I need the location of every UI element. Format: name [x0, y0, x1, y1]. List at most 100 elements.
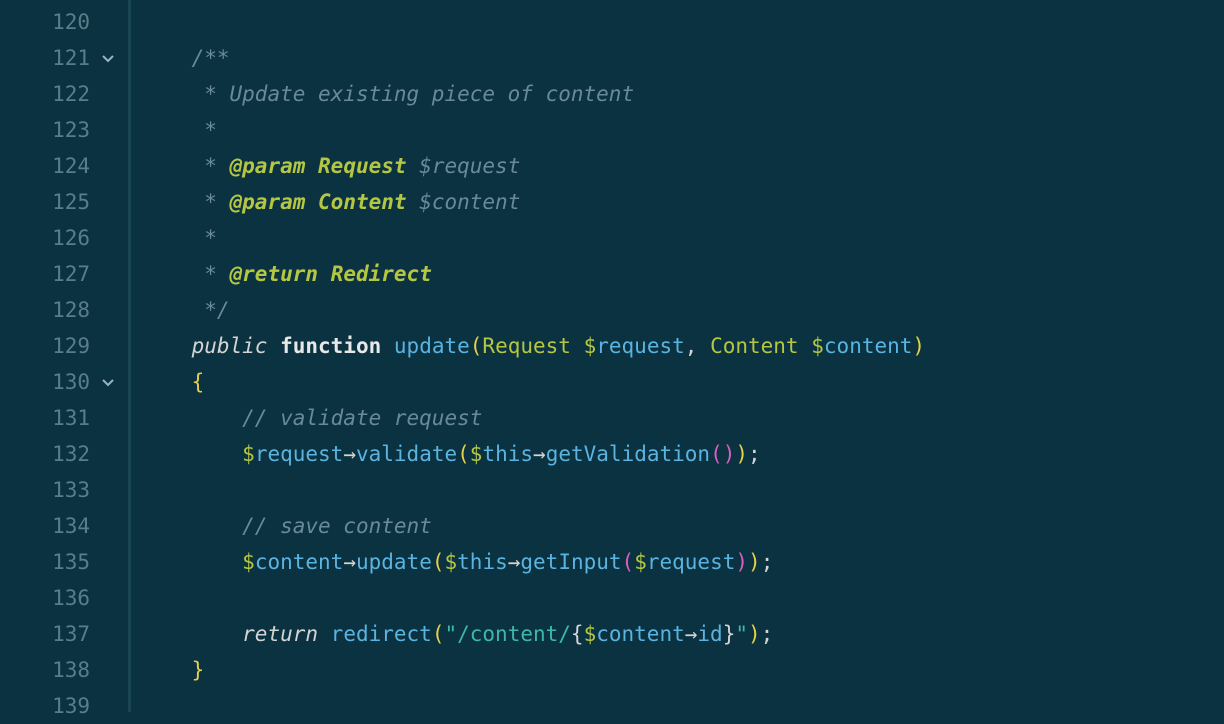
- paren-close: ): [748, 544, 761, 580]
- this-keyword: this: [482, 436, 533, 472]
- line-number: 137: [30, 616, 90, 652]
- code-line[interactable]: * Update existing piece of content: [141, 76, 1224, 112]
- paren-open: (: [432, 616, 445, 652]
- gutter-line[interactable]: 129: [0, 328, 128, 364]
- type-hint: Content: [710, 328, 799, 364]
- gutter-line[interactable]: 133: [0, 472, 128, 508]
- code-line[interactable]: /**: [141, 40, 1224, 76]
- paren-close: ): [735, 436, 748, 472]
- docblock-star: *: [192, 220, 217, 256]
- gutter-line[interactable]: 136: [0, 580, 128, 616]
- arrow-op: →: [343, 544, 356, 580]
- string-literal: "/content/: [444, 616, 570, 652]
- line-number: 128: [30, 292, 90, 328]
- doc-tag: @return: [230, 256, 319, 292]
- code-line[interactable]: [141, 472, 1224, 508]
- arrow-op: →: [533, 436, 546, 472]
- gutter-line[interactable]: 126: [0, 220, 128, 256]
- code-line[interactable]: * @param Request $request: [141, 148, 1224, 184]
- code-line[interactable]: $content→update($this→getInput($request)…: [141, 544, 1224, 580]
- docblock-star: *: [192, 76, 230, 112]
- arrow-op: →: [343, 436, 356, 472]
- gutter-line[interactable]: 138: [0, 652, 128, 688]
- gutter-line[interactable]: 127: [0, 256, 128, 292]
- variable: request: [596, 328, 685, 364]
- code-line[interactable]: {: [141, 364, 1224, 400]
- line-number: 125: [30, 184, 90, 220]
- code-line[interactable]: [141, 688, 1224, 724]
- code-area[interactable]: /** * Update existing piece of content *…: [131, 0, 1224, 712]
- semicolon: ;: [761, 544, 774, 580]
- gutter-line[interactable]: 121: [0, 40, 128, 76]
- code-line[interactable]: [141, 4, 1224, 40]
- gutter-line[interactable]: 128: [0, 292, 128, 328]
- gutter-line[interactable]: 131: [0, 400, 128, 436]
- docblock-close: */: [192, 292, 230, 328]
- paren-open: (: [622, 544, 635, 580]
- line-number: 129: [30, 328, 90, 364]
- variable: content: [255, 544, 344, 580]
- gutter-line[interactable]: 125: [0, 184, 128, 220]
- doc-type: Redirect: [331, 256, 432, 292]
- gutter: 120 121 122 123 124 125 126 127 128 129 …: [0, 0, 128, 712]
- line-number: 131: [30, 400, 90, 436]
- code-line[interactable]: $request→validate($this→getValidation())…: [141, 436, 1224, 472]
- line-number: 127: [30, 256, 90, 292]
- comment: // save content: [242, 508, 432, 544]
- chevron-down-icon[interactable]: [96, 50, 120, 66]
- interp-open: {: [571, 616, 584, 652]
- brace-close: }: [192, 652, 205, 688]
- docblock-text: Update existing piece of content: [230, 76, 635, 112]
- dollar: $: [811, 328, 824, 364]
- brace-open: {: [192, 364, 205, 400]
- paren-close: ): [735, 544, 748, 580]
- code-editor: 120 121 122 123 124 125 126 127 128 129 …: [0, 0, 1224, 712]
- code-line[interactable]: // save content: [141, 508, 1224, 544]
- method-call: getValidation: [546, 436, 710, 472]
- gutter-line[interactable]: 130: [0, 364, 128, 400]
- docblock-star: *: [192, 184, 230, 220]
- line-number: 133: [30, 472, 90, 508]
- line-number: 122: [30, 76, 90, 112]
- dollar: $: [584, 328, 597, 364]
- semicolon: ;: [748, 436, 761, 472]
- gutter-line[interactable]: 132: [0, 436, 128, 472]
- code-line[interactable]: // validate request: [141, 400, 1224, 436]
- code-line[interactable]: *: [141, 112, 1224, 148]
- variable: request: [255, 436, 344, 472]
- code-line[interactable]: * @return Redirect: [141, 256, 1224, 292]
- code-line[interactable]: return redirect("/content/{$content→id}"…: [141, 616, 1224, 652]
- dollar: $: [242, 544, 255, 580]
- method-call: update: [356, 544, 432, 580]
- line-number: 134: [30, 508, 90, 544]
- code-line[interactable]: * @param Content $content: [141, 184, 1224, 220]
- code-line[interactable]: public function update(Request $request,…: [141, 328, 1224, 364]
- arrow-op: →: [508, 544, 521, 580]
- gutter-line[interactable]: 122: [0, 76, 128, 112]
- method-call: validate: [356, 436, 457, 472]
- paren-open: (: [457, 436, 470, 472]
- gutter-line[interactable]: 134: [0, 508, 128, 544]
- line-number: 123: [30, 112, 90, 148]
- doc-type: Content: [318, 184, 407, 220]
- line-number: 130: [30, 364, 90, 400]
- code-line[interactable]: *: [141, 220, 1224, 256]
- gutter-line[interactable]: 139: [0, 688, 128, 724]
- chevron-down-icon[interactable]: [96, 374, 120, 390]
- gutter-line[interactable]: 120: [0, 4, 128, 40]
- gutter-line[interactable]: 124: [0, 148, 128, 184]
- string-literal: ": [735, 616, 748, 652]
- code-line[interactable]: [141, 580, 1224, 616]
- code-line[interactable]: */: [141, 292, 1224, 328]
- docblock-open: /**: [192, 40, 230, 76]
- line-number: 132: [30, 436, 90, 472]
- dollar: $: [242, 436, 255, 472]
- gutter-line[interactable]: 135: [0, 544, 128, 580]
- gutter-line[interactable]: 123: [0, 112, 128, 148]
- code-line[interactable]: }: [141, 652, 1224, 688]
- dollar: $: [584, 616, 597, 652]
- docblock-star: *: [192, 112, 217, 148]
- paren-close: ): [723, 436, 736, 472]
- comma: ,: [685, 328, 698, 364]
- gutter-line[interactable]: 137: [0, 616, 128, 652]
